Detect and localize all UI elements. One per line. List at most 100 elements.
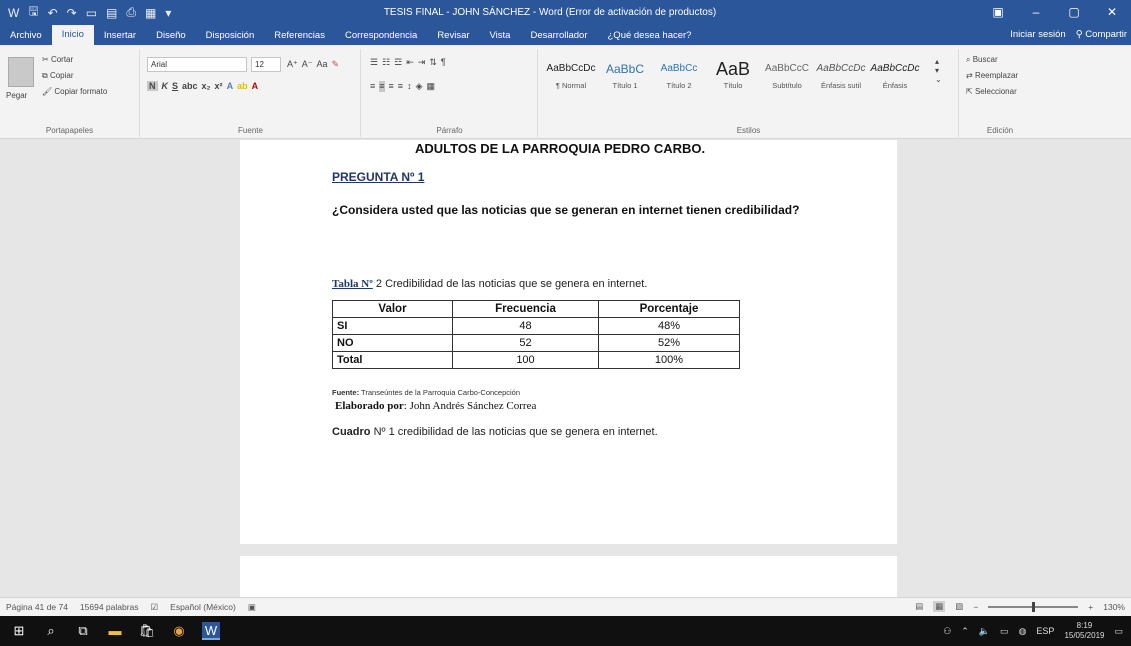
paste-button[interactable]: Pegar (6, 91, 27, 100)
change-case-icon[interactable]: Aa (317, 59, 328, 70)
new-doc-icon[interactable]: ▭ (86, 6, 97, 20)
tab-insertar[interactable]: Insertar (94, 27, 146, 45)
data-table[interactable]: Valor Frecuencia Porcentaje SI 48 48% NO… (332, 300, 740, 369)
macro-icon[interactable]: ▣ (248, 602, 256, 613)
style-normal[interactable]: AaBbCcDc ¶ Normal (545, 57, 597, 101)
open-icon[interactable]: ▤ (106, 6, 117, 20)
decrease-indent-icon[interactable]: ⇤ (406, 57, 414, 68)
styles-more-icon[interactable]: ▴ ▾ ⌄ (935, 57, 942, 84)
shading-icon[interactable]: ◈ (416, 81, 423, 92)
chrome-icon[interactable]: ◉ (170, 622, 188, 640)
style-title[interactable]: AaB Título (707, 57, 759, 101)
zoom-thumb[interactable] (1032, 601, 1036, 612)
zoom-out-icon[interactable]: − (973, 602, 978, 612)
tab-desarrollador[interactable]: Desarrollador (520, 27, 597, 45)
underline-icon[interactable]: S (172, 81, 178, 91)
select-button[interactable]: ⇱ Seleccionar (966, 87, 1017, 96)
page-count[interactable]: Página 41 de 74 (6, 602, 68, 613)
zoom-level[interactable]: 130% (1103, 602, 1125, 612)
line-spacing-icon[interactable]: ↕ (407, 81, 412, 92)
highlight-icon[interactable]: ab (237, 81, 248, 91)
web-layout-icon[interactable]: ▧ (955, 601, 963, 612)
store-icon[interactable]: 🛍 (138, 622, 156, 640)
tab-disposicion[interactable]: Disposición (196, 27, 265, 45)
redo-icon[interactable]: ↷ (67, 6, 77, 20)
bold-icon[interactable]: N (147, 81, 158, 91)
tab-correspondencia[interactable]: Correspondencia (335, 27, 427, 45)
file-explorer-icon[interactable]: ▬ (106, 622, 124, 640)
word-count[interactable]: 15694 palabras (80, 602, 139, 613)
language-indicator[interactable]: Español (México) (170, 602, 236, 613)
tab-archivo[interactable]: Archivo (0, 27, 52, 45)
font-size-select[interactable]: 12 (251, 57, 281, 72)
proofing-icon[interactable]: ☑ (151, 602, 159, 613)
show-marks-icon[interactable]: ¶ (441, 57, 446, 68)
align-right-icon[interactable]: ≡ (389, 81, 394, 92)
style-heading1[interactable]: AaBbC Título 1 (599, 57, 651, 101)
close-icon[interactable]: ✕ (1093, 0, 1131, 25)
align-center-icon[interactable]: ≡ (379, 81, 385, 92)
tell-me-search[interactable]: ¿Qué desea hacer? (598, 27, 702, 45)
document-page[interactable]: ADULTOS DE LA PARROQUIA PEDRO CARBO. PRE… (240, 140, 897, 544)
style-emphasis[interactable]: AaBbCcDc Énfasis (869, 57, 921, 101)
strikethrough-icon[interactable]: abc (182, 81, 198, 91)
customize-icon[interactable]: ▾ (165, 6, 171, 20)
style-subtle-emphasis[interactable]: AaBbCcDc Énfasis sutil (815, 57, 867, 101)
input-language[interactable]: ESP (1036, 626, 1054, 636)
network-icon[interactable]: ◍ (1019, 626, 1027, 637)
grow-font-icon[interactable]: A⁺ (287, 59, 298, 70)
sort-icon[interactable]: ⇅ (429, 57, 437, 68)
tab-referencias[interactable]: Referencias (264, 27, 335, 45)
minimize-icon[interactable]: – (1017, 0, 1055, 25)
task-view-icon[interactable]: ⧉ (74, 622, 92, 640)
shrink-font-icon[interactable]: A⁻ (302, 59, 313, 70)
borders-icon[interactable]: ▦ (426, 81, 435, 92)
chevron-up-icon[interactable]: ⌃ (961, 626, 969, 637)
ribbon-display-icon[interactable]: ▣ (979, 0, 1017, 25)
read-mode-icon[interactable]: ▤ (915, 601, 923, 612)
print-layout-icon[interactable]: ▦ (933, 601, 946, 612)
tab-diseno[interactable]: Diseño (146, 27, 196, 45)
align-left-icon[interactable]: ≡ (370, 81, 375, 92)
superscript-icon[interactable]: x² (215, 81, 223, 91)
share-button[interactable]: ⚲ Compartir (1076, 25, 1127, 45)
font-family-select[interactable]: Arial (147, 57, 247, 72)
clear-format-icon[interactable]: ✎ (332, 59, 340, 70)
style-heading2[interactable]: AaBbCc Título 2 (653, 57, 705, 101)
clock[interactable]: 8:19 15/05/2019 (1064, 621, 1104, 641)
increase-indent-icon[interactable]: ⇥ (418, 57, 426, 68)
find-button[interactable]: ⌕ Buscar (966, 55, 998, 65)
windows-start-icon[interactable]: ⊞ (10, 622, 28, 640)
document-area[interactable]: ADULTOS DE LA PARROQUIA PEDRO CARBO. PRE… (0, 140, 1131, 597)
notifications-icon[interactable]: ▭ (1114, 626, 1123, 637)
zoom-slider[interactable] (988, 601, 1079, 612)
italic-icon[interactable]: K (162, 81, 169, 91)
bullets-icon[interactable]: ☰ (370, 57, 378, 68)
people-icon[interactable]: ⚇ (943, 626, 951, 637)
style-subtitle[interactable]: AaBbCcC Subtítulo (761, 57, 813, 101)
undo-icon[interactable]: ↶ (48, 6, 58, 20)
font-color-icon[interactable]: A (252, 81, 259, 91)
tab-vista[interactable]: Vista (480, 27, 521, 45)
maximize-icon[interactable]: ▢ (1055, 0, 1093, 25)
save-icon[interactable]: 🖫 (28, 2, 38, 23)
format-painter-button[interactable]: 🖌 Copiar formato (42, 87, 107, 96)
battery-icon[interactable]: ▭ (1000, 626, 1009, 637)
tab-revisar[interactable]: Revisar (427, 27, 479, 45)
word-taskbar-icon[interactable]: W (202, 622, 220, 640)
zoom-in-icon[interactable]: + (1088, 602, 1093, 612)
paste-icon[interactable] (8, 57, 34, 87)
search-icon[interactable]: ⌕ (42, 622, 60, 640)
numbering-icon[interactable]: ☷ (382, 57, 390, 68)
justify-icon[interactable]: ≡ (398, 81, 403, 92)
text-effects-icon[interactable]: A (227, 81, 234, 91)
volume-icon[interactable]: 🔈 (979, 626, 990, 637)
multilevel-list-icon[interactable]: ☲ (394, 57, 402, 68)
print-preview-icon[interactable]: ⎙ (126, 5, 136, 20)
tab-inicio[interactable]: Inicio (51, 25, 94, 45)
signin-link[interactable]: Iniciar sesión (1010, 25, 1065, 45)
replace-button[interactable]: ⇄ Reemplazar (966, 71, 1018, 80)
copy-button[interactable]: ⧉ Copiar (42, 71, 74, 81)
table-icon[interactable]: ▦ (145, 6, 156, 20)
cut-button[interactable]: ✂ Cortar (42, 55, 73, 64)
